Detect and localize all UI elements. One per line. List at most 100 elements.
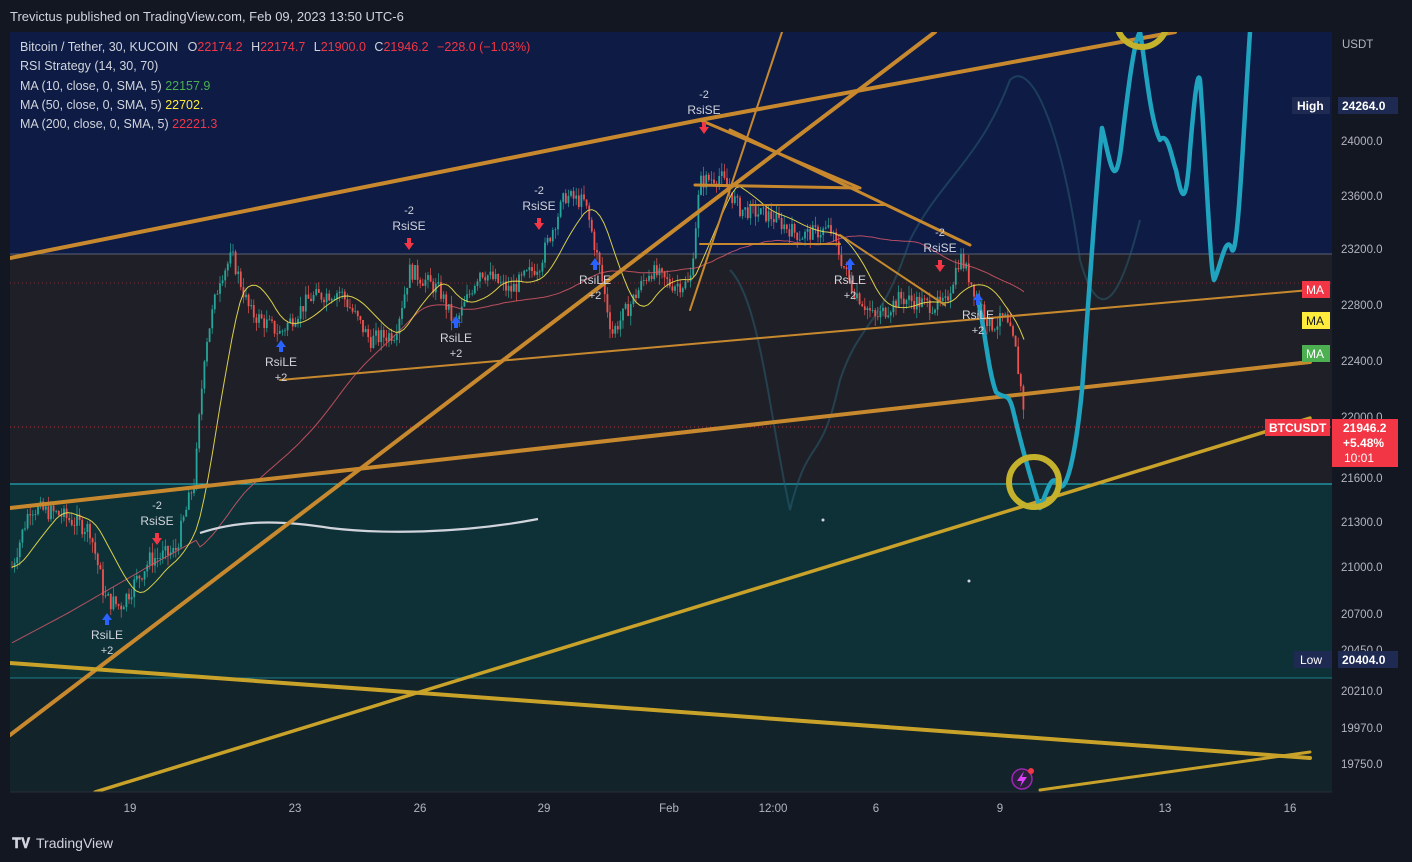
candle-body bbox=[767, 211, 770, 222]
candle-body bbox=[575, 195, 578, 199]
candle-body bbox=[609, 312, 611, 330]
y-tick-label: 23600.0 bbox=[1341, 191, 1383, 203]
tradingview-logo-icon[interactable]: 𝐓𝐕 bbox=[12, 835, 30, 852]
candle-body bbox=[167, 546, 169, 556]
candle-body bbox=[208, 328, 211, 342]
legend-ma200-row[interactable]: MA (200, close, 0, SMA, 5) 22221.3 bbox=[20, 115, 530, 134]
candle-body bbox=[949, 293, 952, 301]
signal-kind: RsiLE bbox=[834, 273, 866, 287]
candle-body bbox=[356, 311, 359, 317]
footer-bar: 𝐓𝐕 TradingView bbox=[0, 822, 1412, 862]
candle-body bbox=[637, 290, 640, 299]
candle-body bbox=[694, 228, 697, 259]
candle-body bbox=[115, 596, 117, 605]
y-tick-label: 22400.0 bbox=[1341, 356, 1383, 368]
candle-body bbox=[206, 341, 208, 362]
candle-body bbox=[268, 319, 271, 321]
open-label: O bbox=[187, 40, 198, 54]
candle-body bbox=[614, 326, 617, 334]
candle-body bbox=[910, 295, 913, 302]
candle-body bbox=[918, 296, 921, 307]
y-tick-label: 19970.0 bbox=[1341, 723, 1383, 735]
candle-body bbox=[471, 293, 474, 295]
candle-body bbox=[819, 235, 822, 238]
candle-body bbox=[463, 301, 466, 307]
candle-body bbox=[791, 224, 793, 237]
candle-body bbox=[507, 285, 510, 291]
y-tick-label: 22800.0 bbox=[1341, 300, 1383, 312]
signal-count: -2 bbox=[152, 500, 162, 512]
candle-body bbox=[528, 267, 531, 271]
candle-body bbox=[642, 280, 645, 281]
candle-body bbox=[351, 308, 354, 312]
bottom-zone bbox=[10, 678, 1332, 792]
signal-kind: RsiSE bbox=[522, 199, 555, 213]
dot-2 bbox=[967, 579, 971, 583]
symbol-name[interactable]: Bitcoin / Tether, 30, KUCOIN bbox=[20, 40, 178, 54]
change-value: −228.0 (−1.03%) bbox=[437, 40, 531, 54]
candle-body bbox=[775, 213, 778, 223]
candle-body bbox=[138, 575, 141, 579]
candle-body bbox=[382, 330, 385, 338]
candle-body bbox=[234, 251, 237, 275]
candle-body bbox=[73, 525, 76, 526]
candle-body bbox=[557, 216, 559, 230]
candle-body bbox=[921, 298, 923, 307]
y-tick-label: 21000.0 bbox=[1341, 562, 1383, 574]
candle-body bbox=[47, 506, 50, 520]
ma-tag-yellow: MA bbox=[1302, 312, 1330, 329]
middle-zone bbox=[10, 254, 1332, 484]
tradingview-brand[interactable]: TradingView bbox=[36, 835, 113, 851]
x-tick-label: 6 bbox=[873, 803, 879, 815]
candle-body bbox=[341, 291, 344, 293]
ma-tag-green: MA bbox=[1302, 345, 1330, 362]
candle-body bbox=[934, 309, 936, 313]
legend-ma50-row[interactable]: MA (50, close, 0, SMA, 5) 22702. bbox=[20, 96, 530, 115]
candle-body bbox=[765, 207, 767, 222]
candle-body bbox=[619, 320, 622, 330]
ma200-value: 22221.3 bbox=[172, 117, 218, 132]
candle-body bbox=[536, 271, 539, 275]
candle-body bbox=[492, 271, 494, 280]
rsi-strategy-label: RSI Strategy (14, 30, 70) bbox=[20, 59, 159, 74]
candle-body bbox=[117, 604, 120, 606]
x-tick-label: Feb bbox=[659, 803, 679, 815]
candle-body bbox=[960, 253, 962, 270]
candle-body bbox=[926, 298, 929, 301]
candle-body bbox=[681, 288, 684, 293]
candle-body bbox=[263, 318, 266, 328]
candle-body bbox=[640, 280, 643, 291]
candle-body bbox=[723, 171, 726, 178]
y-tick-label: 23200.0 bbox=[1341, 244, 1383, 256]
candle-body bbox=[239, 271, 242, 288]
signal-kind: RsiLE bbox=[962, 308, 994, 322]
candle-body bbox=[793, 224, 796, 233]
x-tick-label: 26 bbox=[414, 803, 427, 815]
candle-body bbox=[801, 238, 804, 240]
candle-body bbox=[323, 299, 325, 303]
candle-body bbox=[380, 330, 383, 343]
low-tag: Low 20404.0 bbox=[1294, 651, 1398, 668]
candle-body bbox=[772, 219, 775, 223]
candle-body bbox=[359, 316, 362, 320]
candle-body bbox=[26, 514, 29, 529]
candle-body bbox=[320, 292, 323, 300]
candle-body bbox=[861, 304, 864, 307]
legend-rsi-row[interactable]: RSI Strategy (14, 30, 70) bbox=[20, 57, 530, 76]
candle-body bbox=[512, 284, 515, 292]
candle-body bbox=[406, 287, 409, 295]
candle-body bbox=[796, 232, 799, 241]
candle-body bbox=[780, 218, 783, 230]
signal-kind: RsiSE bbox=[140, 514, 173, 528]
candle-body bbox=[203, 361, 206, 389]
candle-body bbox=[944, 296, 947, 298]
candle-body bbox=[954, 267, 957, 285]
candle-body bbox=[278, 330, 281, 334]
candle-body bbox=[809, 229, 812, 240]
candle-body bbox=[255, 317, 258, 323]
candle-body bbox=[845, 267, 848, 269]
y-tick-label: 20700.0 bbox=[1341, 609, 1383, 621]
candle-body bbox=[874, 310, 877, 317]
legend-ma10-row[interactable]: MA (10, close, 0, SMA, 5) 22157.9 bbox=[20, 77, 530, 96]
candle-body bbox=[908, 295, 910, 300]
